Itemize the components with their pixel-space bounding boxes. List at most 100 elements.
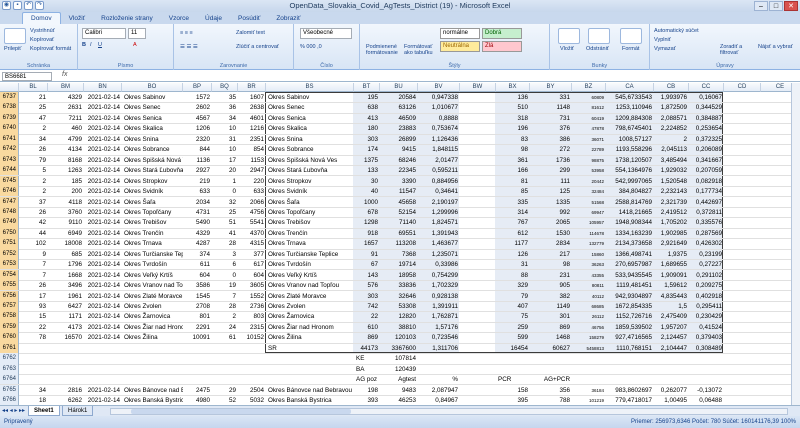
delete-icon[interactable] [588, 28, 610, 44]
cell-br[interactable]: 2736 [238, 301, 266, 311]
cell-bl[interactable]: 25 [19, 102, 48, 112]
cell-bn[interactable]: 2021-02-14 [84, 176, 122, 186]
cell-bz[interactable]: 32484 [572, 186, 606, 196]
cell-bv[interactable]: % [418, 374, 460, 384]
cell-by[interactable]: 299 [530, 165, 572, 175]
cell-bx[interactable]: 98 [496, 144, 530, 154]
cell-bn[interactable]: 2021-02-14 [84, 92, 122, 102]
cell-bo[interactable]: Okres Trebišov [122, 217, 183, 227]
cell-bl[interactable]: 7 [19, 259, 48, 269]
cell-bt[interactable]: 742 [354, 301, 380, 311]
cell-cc[interactable]: 0,287569 [689, 228, 724, 238]
cell-cc[interactable]: 0,372325 [689, 134, 724, 144]
cell-bt[interactable]: 413 [354, 113, 380, 123]
cell-br[interactable]: 633 [238, 186, 266, 196]
cell-bn[interactable]: 2021-02-14 [84, 197, 122, 207]
cell-cc[interactable]: 0,379403 [689, 332, 724, 342]
column-header-cc[interactable]: CC [689, 83, 724, 92]
cell-bo[interactable]: Okres Turčianske Teplice [122, 249, 183, 259]
cell-bq[interactable]: 20 [212, 165, 238, 175]
cell-bx[interactable]: 329 [496, 280, 530, 290]
cell-br[interactable]: 2947 [238, 165, 266, 175]
row-header[interactable]: 6747 [0, 196, 19, 207]
cell-bs[interactable]: Okres Trebišov [266, 217, 354, 227]
cell-bx[interactable]: 361 [496, 155, 530, 165]
cell-bv[interactable]: 0,34641 [418, 186, 460, 196]
cell-bz[interactable]: 43355 [572, 270, 606, 280]
format-icon[interactable] [620, 28, 642, 44]
row-header[interactable]: 6765 [0, 384, 19, 395]
cell-bp[interactable]: 2320 [183, 134, 212, 144]
cell-bs[interactable]: Okres Skalica [266, 123, 354, 133]
cell-cc[interactable]: 0,402918 [689, 291, 724, 301]
cell-by[interactable]: 98 [530, 259, 572, 269]
cell-bl[interactable]: 17 [19, 291, 48, 301]
cell-bt[interactable]: 1298 [354, 217, 380, 227]
row-header[interactable]: 6757 [0, 301, 19, 312]
cell-bm[interactable]: 8168 [48, 155, 84, 165]
cell-bl[interactable]: 18 [19, 395, 48, 405]
cell-cc[interactable]: 0,209275 [689, 280, 724, 290]
cell-br[interactable]: 2315 [238, 322, 266, 332]
cell-bq[interactable]: 19 [212, 280, 238, 290]
cell-bu[interactable]: 3390 [380, 176, 418, 186]
format-button[interactable]: Formát [622, 46, 639, 52]
cell-ca[interactable]: 1209,884308 [606, 113, 654, 123]
cell-br[interactable]: 377 [238, 249, 266, 259]
row-header[interactable]: 6752 [0, 248, 19, 260]
cell-bl[interactable]: 34 [19, 385, 48, 395]
cell-bl[interactable]: 44 [19, 228, 48, 238]
cell-br[interactable]: 5032 [238, 395, 266, 405]
tab-4[interactable]: Údaje [197, 13, 230, 24]
cell-bq[interactable]: 2 [212, 311, 238, 321]
row-header[interactable]: 6760 [0, 332, 19, 343]
column-header-bm[interactable]: BM [48, 83, 84, 92]
cell-bo[interactable]: Okres Tvrdošín [122, 259, 183, 269]
cell-ca[interactable]: 533,9435545 [606, 270, 654, 280]
cell-bv[interactable]: 1,299996 [418, 207, 460, 217]
cell-cc[interactable]: 0,27227 [689, 259, 724, 269]
cell-bs[interactable]: Okres Zlaté Moravce [266, 291, 354, 301]
cell-ca[interactable]: 1366,498741 [606, 249, 654, 259]
column-header-cd[interactable]: CD [724, 83, 761, 92]
cell-bs[interactable]: Okres Stará Ľubovňa [266, 165, 354, 175]
cell-bv[interactable]: 1,391911 [418, 301, 460, 311]
cell-bs[interactable]: Okres Turčianske Teplice [266, 249, 354, 259]
cell-by[interactable]: 386 [530, 134, 572, 144]
cell-cc[interactable]: 0,082918 [689, 176, 724, 186]
cell-bz[interactable]: 26112 [572, 311, 606, 321]
cell-bt[interactable]: 678 [354, 207, 380, 217]
cell-bm[interactable]: 185 [48, 176, 84, 186]
cell-br[interactable]: 2504 [238, 385, 266, 395]
cell-by[interactable]: 356 [530, 385, 572, 395]
cell-cc[interactable]: 0,308489 [689, 343, 724, 353]
cell-bp[interactable]: 4980 [183, 395, 212, 405]
cell-bl[interactable]: 2 [19, 123, 48, 133]
cell-cc[interactable]: 0,253654 [689, 123, 724, 133]
cell-bl[interactable]: 37 [19, 197, 48, 207]
cell-bs[interactable]: Okres Vranov nad Topľou [266, 280, 354, 290]
cell-bm[interactable]: 1263 [48, 165, 84, 175]
cell-bm[interactable]: 4799 [48, 134, 84, 144]
cell-bz[interactable]: 46756 [572, 322, 606, 332]
cell-bm[interactable]: 2631 [48, 102, 84, 112]
cell-bq[interactable]: 7 [212, 291, 238, 301]
cell-bp[interactable]: 604 [183, 270, 212, 280]
cell-cc[interactable]: -0,13072 [689, 385, 724, 395]
cell-bo[interactable]: Okres Senica [122, 113, 183, 123]
cell-by[interactable]: 1335 [530, 197, 572, 207]
maximize-icon[interactable]: □ [769, 1, 783, 11]
conditional-format-button[interactable]: Podmienené formátovanie [366, 44, 400, 56]
cell-bn[interactable]: 2021-02-14 [84, 123, 122, 133]
cell-bl[interactable]: 102 [19, 238, 48, 248]
cell-bv[interactable]: 2,01477 [418, 155, 460, 165]
cell-bo[interactable]: Okres Snina [122, 134, 183, 144]
cell-cb[interactable]: 1,929032 [654, 165, 689, 175]
cell-ca[interactable]: 542,9997065 [606, 176, 654, 186]
sort-filter-button[interactable]: Zoradiť a filtrovať [720, 44, 756, 56]
cell-bn[interactable]: 2021-02-14 [84, 270, 122, 280]
cell-bp[interactable]: 5490 [183, 217, 212, 227]
cell-bo[interactable]: Okres Banská Bystrica [122, 395, 183, 405]
cell-bl[interactable]: 93 [19, 301, 48, 311]
cell-bx[interactable]: 126 [496, 249, 530, 259]
